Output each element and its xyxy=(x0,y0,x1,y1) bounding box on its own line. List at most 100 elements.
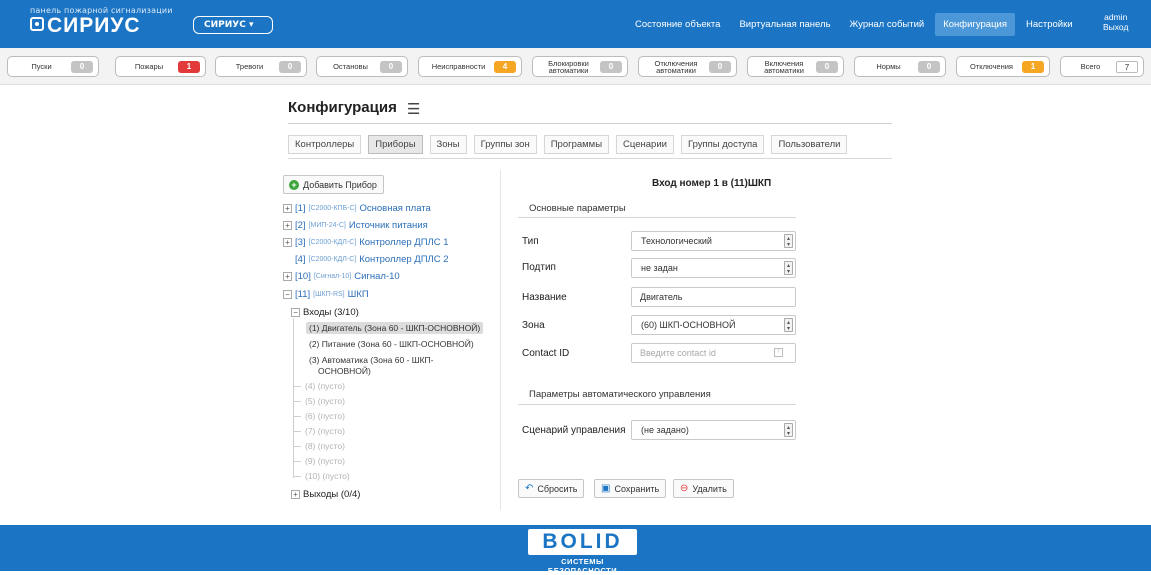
tab-scenarios[interactable]: Сценарии xyxy=(616,135,674,154)
tree-input-2[interactable]: (2) Питание (Зона 60 - ШКП-ОСНОВНОЙ) xyxy=(309,339,474,349)
tab-access-groups[interactable]: Группы доступа xyxy=(680,135,765,154)
user-box: admin Выход xyxy=(1103,12,1128,32)
device-code: [ШКП-RS] xyxy=(313,291,345,298)
bolid-logo: BOLID xyxy=(528,529,637,555)
status-starts[interactable]: Пуски 0 xyxy=(7,56,99,77)
nav-object-state[interactable]: Состояние объекта xyxy=(627,13,728,36)
expand-icon[interactable]: + xyxy=(283,221,292,230)
status-auto-blocks[interactable]: Блокировки автоматики 0 xyxy=(532,56,628,77)
undo-icon: ↶ xyxy=(525,483,534,494)
tree-device-3[interactable]: + [3] [С2000-КДЛ-С] Контроллер ДПЛС 1 xyxy=(283,237,449,248)
footer: BOLID СИСТЕМЫ БЕЗОПАСНОСТИ xyxy=(0,525,1151,575)
status-alarms[interactable]: Тревоги 0 xyxy=(215,56,307,77)
nav-virtual-panel[interactable]: Виртуальная панель xyxy=(731,13,838,36)
tab-zones[interactable]: Зоны xyxy=(429,135,467,154)
expand-icon[interactable]: + xyxy=(283,272,292,281)
tree-device-10[interactable]: + [10] [Сигнал-10] Сигнал-10 xyxy=(283,271,400,282)
type-select[interactable]: Технологический ▴ ▾ xyxy=(631,231,796,251)
tree-input-1[interactable]: (1) Двигатель (Зона 60 - ШКП-ОСНОВНОЙ) xyxy=(306,322,484,334)
status-count: 0 xyxy=(279,60,301,73)
nav-event-log[interactable]: Журнал событий xyxy=(842,13,933,36)
zone-select-value: (60) ШКП-ОСНОВНОЙ xyxy=(641,320,736,330)
system-select[interactable]: СИРИУС ▾ xyxy=(193,16,273,34)
zone-label: Зона xyxy=(522,320,545,331)
tree-device-11[interactable]: − [11] [ШКП-RS] ШКП xyxy=(283,289,369,300)
collapse-icon[interactable]: − xyxy=(291,308,300,317)
tree-input-empty[interactable]: (10) (пусто) xyxy=(305,471,350,481)
expand-icon[interactable]: + xyxy=(283,204,292,213)
device-name: Сигнал-10 xyxy=(354,271,400,282)
expand-icon[interactable]: + xyxy=(291,490,300,499)
tree-input-empty[interactable]: (7) (пусто) xyxy=(305,426,345,436)
add-device-label: Добавить Прибор xyxy=(303,179,377,190)
scenario-select-value: (не задано) xyxy=(641,425,689,435)
tab-controllers[interactable]: Контроллеры xyxy=(288,135,362,154)
status-faults[interactable]: Неисправности 4 xyxy=(418,56,522,77)
status-label: Включения автоматики xyxy=(764,58,804,75)
panel-divider xyxy=(500,170,501,510)
tree-input-empty[interactable]: (5) (пусто) xyxy=(305,396,345,406)
save-button[interactable]: ▣ Сохранить xyxy=(594,479,667,498)
tree-input-empty[interactable]: (4) (пусто) xyxy=(305,381,345,391)
device-name: Контроллер ДПЛС 2 xyxy=(359,254,449,265)
status-auto-on[interactable]: Включения автоматики 0 xyxy=(747,56,844,77)
status-disables[interactable]: Отключения 1 xyxy=(956,56,1050,77)
logout-link[interactable]: Выход xyxy=(1103,22,1128,32)
tab-users[interactable]: Пользователи xyxy=(771,135,848,154)
tree-device-4[interactable]: [4] [С2000-КДЛ-С] Контроллер ДПЛС 2 xyxy=(295,254,449,265)
tree-tick xyxy=(294,476,301,477)
page-title: Конфигурация xyxy=(288,99,397,116)
tree-tick xyxy=(294,431,301,432)
delete-button[interactable]: ⊖ Удалить xyxy=(673,479,734,498)
status-fires[interactable]: Пожары 1 xyxy=(115,56,206,77)
tree-device-2[interactable]: + [2] [МИП-24-С] Источник питания xyxy=(283,220,428,231)
reset-button[interactable]: ↶ Сбросить xyxy=(518,479,585,498)
add-device-button[interactable]: + Добавить Прибор xyxy=(283,175,384,194)
scenario-select[interactable]: (не задано) ▴ ▾ xyxy=(631,420,796,440)
tree-input-3-wrap[interactable]: ОСНОВНОЙ) xyxy=(318,366,371,376)
tree-input-empty[interactable]: (8) (пусто) xyxy=(305,441,345,451)
tree-guide-line xyxy=(293,318,294,478)
name-input[interactable]: Двигатель xyxy=(631,287,796,307)
main-nav: Состояние объекта Виртуальная панель Жур… xyxy=(624,0,1081,48)
tree-device-1[interactable]: + [1] [С2000-КПБ-С] Основная плата xyxy=(283,203,431,214)
status-label: Пуски xyxy=(31,62,52,71)
status-label: Тревоги xyxy=(235,62,264,71)
tree-outputs-group[interactable]: + Выходы (0/4) xyxy=(291,489,360,500)
status-count: 1 xyxy=(1022,60,1044,73)
menu-icon[interactable]: ☰ xyxy=(407,100,420,118)
device-number: [11] xyxy=(295,289,311,300)
nav-configuration[interactable]: Конфигурация xyxy=(935,12,1015,36)
subtype-select[interactable]: не задан ▴ ▾ xyxy=(631,258,796,278)
tree-tick xyxy=(294,446,301,447)
title-divider xyxy=(288,123,892,124)
tree-tick xyxy=(294,386,301,387)
status-count: 4 xyxy=(494,60,516,73)
expand-icon[interactable]: + xyxy=(283,238,292,247)
tree-input-empty[interactable]: (9) (пусто) xyxy=(305,456,345,466)
status-label: Отключения автоматики xyxy=(654,58,698,75)
inputs-group-label: Входы (3/10) xyxy=(303,307,359,318)
status-label: Отключения xyxy=(970,62,1013,71)
tab-zone-groups[interactable]: Группы зон xyxy=(473,135,537,154)
collapse-icon[interactable]: − xyxy=(283,290,292,299)
status-stops[interactable]: Остановы 0 xyxy=(316,56,408,77)
nav-settings[interactable]: Настройки xyxy=(1018,13,1081,36)
tab-devices[interactable]: Приборы xyxy=(368,135,423,154)
user-name[interactable]: admin xyxy=(1103,12,1128,22)
status-auto-off[interactable]: Отключения автоматики 0 xyxy=(638,56,737,77)
status-total[interactable]: Всего 7 xyxy=(1060,56,1144,77)
status-count: 1 xyxy=(178,60,200,73)
contact-id-input[interactable]: Введите contact id ⁘ xyxy=(631,343,796,363)
status-count: 0 xyxy=(918,60,940,73)
section-divider xyxy=(518,404,796,405)
brand[interactable]: панель пожарной сигнализации СИРИУС xyxy=(30,6,173,37)
tree-input-3[interactable]: (3) Автоматика (Зона 60 - ШКП- xyxy=(309,355,433,365)
status-normals[interactable]: Нормы 0 xyxy=(854,56,946,77)
tree-inputs-group[interactable]: − Входы (3/10) xyxy=(291,307,359,318)
tabs-divider xyxy=(288,158,892,159)
zone-select[interactable]: (60) ШКП-ОСНОВНОЙ ▴ ▾ xyxy=(631,315,796,335)
tree-input-empty[interactable]: (6) (пусто) xyxy=(305,411,345,421)
tab-programs[interactable]: Программы xyxy=(543,135,610,154)
type-select-value: Технологический xyxy=(641,236,712,246)
